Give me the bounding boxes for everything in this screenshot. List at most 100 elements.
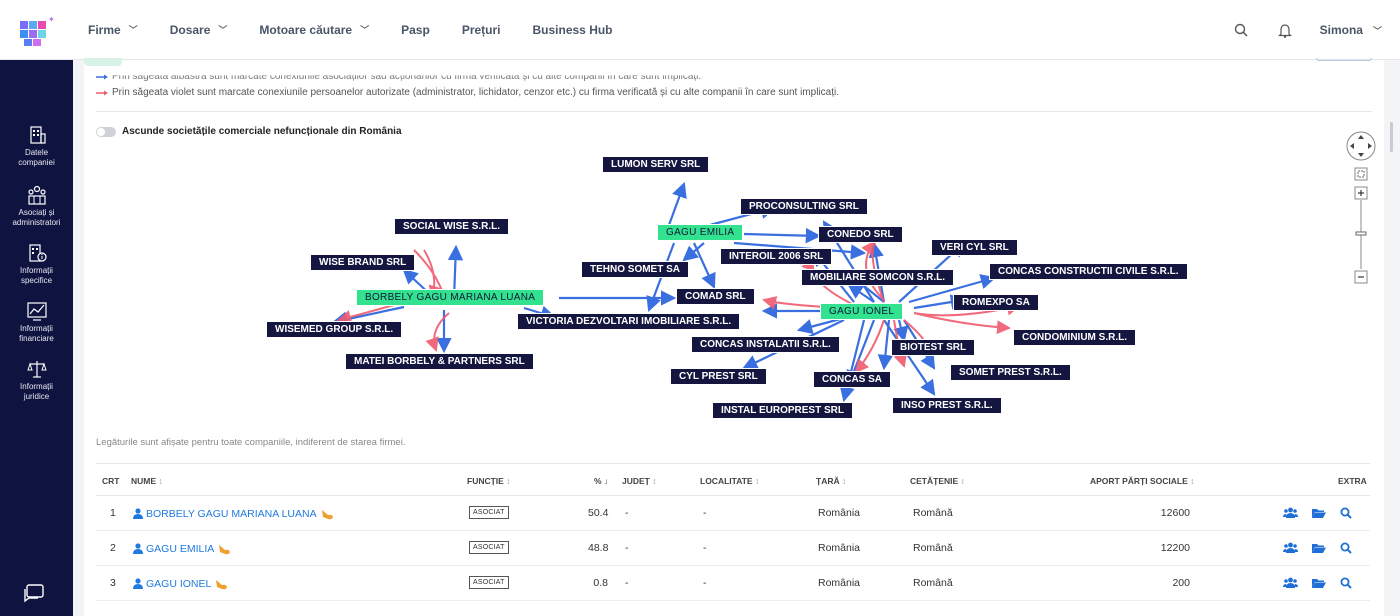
- graph-node-company[interactable]: SOCIAL WISE S.R.L.: [394, 218, 510, 235]
- th-functie[interactable]: FUNCȚIE ↕: [467, 476, 510, 486]
- graph-node-company[interactable]: MOBILIARE SOMCON S.R.L.: [801, 269, 954, 286]
- cell-aport: 12200: [1160, 542, 1190, 554]
- nav-motoare-cautare[interactable]: Motoare căutare ﹀: [259, 23, 369, 37]
- th-aport[interactable]: APORT PĂRȚI SOCIALE ↕: [1090, 476, 1194, 486]
- nav-preturi[interactable]: Prețuri: [462, 23, 501, 37]
- zoom-controls-svg: [1346, 131, 1376, 284]
- graph-node-company[interactable]: INTEROIL 2006 SRL: [720, 248, 833, 265]
- graph-node-company[interactable]: MATEI BORBELY & PARTNERS SRL: [345, 353, 534, 370]
- graph-node-company[interactable]: ROMEXPO SA: [953, 294, 1039, 311]
- group-icon[interactable]: [1283, 507, 1298, 519]
- nav-label: Firme: [88, 22, 121, 37]
- folder-icon[interactable]: [1312, 577, 1326, 589]
- sidebar-item-datele-companiei[interactable]: Datele companiei: [0, 124, 73, 168]
- nav-label: Dosare: [169, 22, 211, 37]
- graph-node-company[interactable]: CONCAS INSTALATII S.R.L.: [691, 336, 840, 353]
- th-procent[interactable]: % ↓: [594, 476, 608, 486]
- blue-arrow-icon: [96, 74, 108, 79]
- table-row: 1 BORBELY GAGU MARIANA LUANA ASOCIAT 50.…: [96, 496, 1370, 531]
- legend-blue: Prin săgeata albastră sunt marcate conex…: [96, 71, 701, 82]
- graph-node-company[interactable]: CYL PREST SRL: [670, 368, 767, 385]
- graph-node-company[interactable]: INSO PREST S.R.L.: [892, 397, 1002, 414]
- network-graph[interactable]: LUMON SERV SRL PROCONSULTING SRL SOCIAL …: [84, 150, 1384, 430]
- cell-crt: 1: [110, 507, 116, 519]
- page-scrollbar[interactable]: [1386, 60, 1400, 616]
- graph-node-company[interactable]: INSTAL EUROPREST SRL: [712, 402, 853, 419]
- sidebar-item-informatii-financiare[interactable]: Informații financiare: [0, 300, 73, 344]
- search-icon[interactable]: [1340, 577, 1352, 589]
- chat-icon[interactable]: [22, 583, 46, 610]
- graph-node-company[interactable]: WISE BRAND SRL: [310, 254, 416, 271]
- cell-cetatenie: Română: [913, 577, 953, 589]
- sort-desc-icon: ↓: [603, 476, 609, 486]
- nav-dosare[interactable]: Dosare ﹀: [170, 23, 228, 37]
- graph-node-company[interactable]: VERI CYL SRL: [931, 239, 1018, 256]
- graph-node-company[interactable]: BIOTEST SRL: [891, 339, 976, 356]
- sort-icon: ↕: [960, 476, 965, 486]
- graph-node-person[interactable]: GAGU IONEL: [820, 303, 904, 320]
- nav-firme[interactable]: Firme ﹀: [88, 23, 138, 37]
- graph-node-company[interactable]: CONCAS CONSTRUCTII CIVILE S.R.L.: [989, 263, 1188, 280]
- partial-button[interactable]: [84, 58, 122, 66]
- pointing-hand-icon[interactable]: [217, 542, 232, 555]
- th-label: NUME: [131, 476, 157, 486]
- folder-icon[interactable]: [1312, 542, 1326, 554]
- graph-node-person[interactable]: GAGU EMILIA: [657, 224, 744, 241]
- role-badge: ASOCIAT: [469, 576, 509, 589]
- sidebar-item-asociati[interactable]: Asociați și administratori: [0, 184, 73, 228]
- sidebar-label: juridice: [23, 392, 50, 401]
- th-nume[interactable]: NUME ↕: [131, 476, 163, 486]
- legend-blue-text: Prin săgeata albastră sunt marcate conex…: [112, 71, 702, 82]
- graph-node-company[interactable]: CONCAS SA: [813, 371, 892, 388]
- associates-table: CRT NUME ↕ FUNCȚIE ↕ % ↓ JUDEȚ ↕ LOCALIT…: [96, 463, 1370, 601]
- th-tara[interactable]: ȚARĂ ↕: [816, 476, 846, 486]
- pointing-hand-icon[interactable]: [320, 507, 335, 520]
- cell-aport: 200: [1172, 577, 1190, 589]
- th-cetatenie[interactable]: CETĂȚENIE ↕: [910, 476, 965, 486]
- graph-node-company[interactable]: SOMET PREST S.R.L.: [950, 364, 1071, 381]
- scrollbar-thumb[interactable]: [1390, 122, 1393, 152]
- sidebar-item-informatii-specifice[interactable]: Informații specifice: [0, 242, 73, 286]
- graph-node-company[interactable]: VICTORIA DEZVOLTARI IMOBILIARE S.R.L.: [517, 313, 741, 330]
- th-localitate[interactable]: LOCALITATE ↕: [700, 476, 759, 486]
- graph-zoom-controls: [1346, 131, 1376, 291]
- partial-controls[interactable]: [1316, 58, 1372, 61]
- group-icon[interactable]: [1283, 577, 1298, 589]
- graph-node-company[interactable]: WISEMED GROUP S.R.L.: [266, 321, 403, 338]
- main-nav: Firme ﹀ Dosare ﹀ Motoare căutare ﹀ Pasp Pre…: [88, 0, 645, 60]
- search-icon[interactable]: [1340, 542, 1352, 554]
- user-menu[interactable]: Simona ﹀: [1320, 23, 1382, 37]
- toggle-label: Ascunde societățile comerciale nefuncțio…: [122, 126, 402, 137]
- person-link[interactable]: GAGU IONEL: [133, 577, 229, 590]
- th-label: ȚARĂ: [816, 476, 840, 486]
- person-link[interactable]: BORBELY GAGU MARIANA LUANA: [133, 507, 335, 520]
- nav-label: Business Hub: [532, 22, 613, 37]
- person-link[interactable]: GAGU EMILIA: [133, 542, 232, 555]
- bell-icon[interactable]: [1276, 21, 1294, 39]
- hide-inactive-toggle-row: Ascunde societățile comerciale nefuncțio…: [96, 126, 402, 137]
- group-icon[interactable]: [1283, 542, 1298, 554]
- folder-icon[interactable]: [1312, 507, 1326, 519]
- graph-node-person[interactable]: BORBELY GAGU MARIANA LUANA: [356, 289, 545, 306]
- nav-business-hub[interactable]: Business Hub: [533, 23, 613, 37]
- app-logo[interactable]: ✦: [0, 0, 74, 60]
- nav-pasp[interactable]: Pasp: [401, 23, 430, 37]
- search-icon[interactable]: [1340, 507, 1352, 519]
- sidebar-item-informatii-juridice[interactable]: Informații juridice: [0, 358, 73, 402]
- graph-node-company[interactable]: LUMON SERV SRL: [602, 156, 710, 173]
- graph-node-company[interactable]: PROCONSULTING SRL: [740, 198, 868, 215]
- graph-node-company[interactable]: TEHNO SOMET SA: [581, 261, 690, 278]
- legend-violet: Prin săgeata violet sunt marcate conexiu…: [96, 87, 839, 98]
- th-label: JUDEȚ: [622, 476, 650, 486]
- search-icon[interactable]: [1232, 21, 1250, 39]
- pointing-hand-icon[interactable]: [214, 577, 229, 590]
- nav-label: Pasp: [401, 22, 430, 37]
- sidebar-label: Asociați și: [18, 208, 55, 217]
- graph-node-company[interactable]: COMAD SRL: [676, 288, 755, 305]
- graph-node-company[interactable]: CONDOMINIUM S.R.L.: [1013, 329, 1136, 346]
- th-judet[interactable]: JUDEȚ ↕: [622, 476, 657, 486]
- hide-inactive-toggle[interactable]: [96, 126, 116, 137]
- sort-icon: ↕: [158, 476, 163, 486]
- graph-node-company[interactable]: CONEDO SRL: [818, 226, 903, 243]
- cell-crt: 2: [110, 542, 116, 554]
